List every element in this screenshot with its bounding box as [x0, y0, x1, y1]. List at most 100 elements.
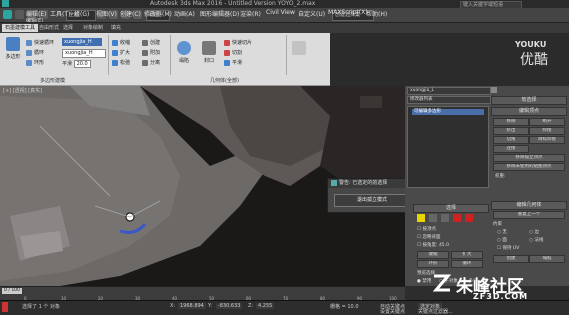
edge-mode-icon[interactable]: [429, 214, 437, 222]
repeat-last-button[interactable]: 重复上一个: [493, 211, 565, 219]
menu-item-tools[interactable]: 工具(T): [50, 9, 70, 18]
chamfer-button[interactable]: 切角: [493, 136, 529, 144]
vertex-mode-icon[interactable]: [417, 214, 425, 222]
connect-button[interactable]: 连接: [493, 145, 529, 153]
group-label-polygon-modeling: 多边形建模: [40, 78, 66, 84]
tab-populate[interactable]: 填充: [108, 24, 124, 32]
object-name-field[interactable]: xuongjia_L: [407, 87, 491, 95]
loop-icon: [26, 49, 32, 56]
rollout-selection[interactable]: 选择: [413, 204, 489, 213]
menu-item-animation[interactable]: 动画(A): [174, 9, 195, 18]
z-coordinate-field[interactable]: 4.255: [256, 303, 275, 309]
swift-loop-icon: [26, 39, 32, 46]
tab-freeform[interactable]: 自由形式: [36, 24, 62, 32]
smooth-label: 平滑 20.0: [62, 60, 91, 68]
rollout-edit-vertices[interactable]: 编辑顶点: [491, 107, 567, 116]
remove-isolated-button[interactable]: 移除孤立顶点: [493, 154, 565, 162]
dialog-app-icon: [331, 179, 337, 186]
ring-selection-button[interactable]: 环形: [417, 260, 449, 268]
viewport-label[interactable]: [+] [透视] [真实]: [3, 87, 42, 94]
relax-button[interactable]: 松弛: [112, 59, 130, 66]
target-weld-button[interactable]: 目标焊接: [529, 136, 565, 144]
shrink-selection-button[interactable]: 收缩: [417, 251, 449, 259]
by-vertex-checkbox[interactable]: ☐ 按顶点: [417, 226, 436, 232]
menu-item-graph-editors[interactable]: 图形编辑器(D): [200, 9, 239, 18]
smooth-value-field[interactable]: 20.0: [73, 60, 91, 68]
break-button[interactable]: 断开: [529, 118, 565, 126]
rollout-edit-geometry[interactable]: 编辑几何体: [491, 201, 567, 210]
loop-selection-button[interactable]: 循环: [451, 260, 483, 268]
tab-object-paint[interactable]: 对象绘制: [80, 24, 106, 32]
exit-isolation-button[interactable]: 退出孤立模式: [334, 194, 410, 207]
app-menu-icon[interactable]: [3, 10, 12, 19]
object-color-swatch[interactable]: [491, 87, 497, 93]
constraint-normal-radio[interactable]: ○ 法线: [529, 237, 543, 243]
border-mode-icon[interactable]: [441, 214, 449, 222]
menu-item-maxscript[interactable]: MAXScript(X): [328, 9, 368, 16]
constraint-face-radio[interactable]: ○ 面: [497, 237, 507, 243]
create-button[interactable]: 创建: [142, 39, 160, 46]
y-coordinate-field[interactable]: -830.633: [216, 303, 243, 309]
cap-button[interactable]: 封口: [200, 41, 218, 64]
ring-button[interactable]: 环形: [26, 59, 44, 66]
time-slider[interactable]: 0 / 100: [2, 288, 22, 294]
key-filters-button[interactable]: 关键点过滤器...: [418, 308, 453, 315]
tab-graphite-modeling[interactable]: 石墨建模工具: [2, 24, 39, 32]
menu-item-create[interactable]: 创建(C): [120, 9, 141, 18]
x-coordinate-field[interactable]: 1968.894: [178, 303, 206, 309]
set-key-button[interactable]: 设置关键点: [380, 308, 405, 315]
constraint-none-radio[interactable]: ○ 无: [497, 229, 507, 235]
element-mode-icon[interactable]: [465, 214, 473, 222]
menu-item-civil-view[interactable]: Civil View: [266, 9, 295, 16]
quickslice-button[interactable]: 快速切片: [224, 39, 252, 46]
smooth-button[interactable]: 平滑: [224, 59, 242, 66]
attach-button[interactable]: 附加: [142, 49, 160, 56]
preserve-uv-checkbox[interactable]: ☐ 保持 UV: [497, 245, 519, 251]
timeline[interactable]: 0 / 100 0 10 20 30 40 50 60 70 80 90 100: [0, 286, 405, 301]
swift-loop-button[interactable]: 快速循环: [26, 39, 54, 46]
cut-button[interactable]: 切割: [224, 49, 242, 56]
menu-item-rendering[interactable]: 渲染(R): [240, 9, 261, 18]
collapse-button[interactable]: 塌陷: [175, 41, 193, 64]
group-label-geometry: 几何体(全部): [210, 78, 239, 84]
polygon-mode-icon[interactable]: [453, 214, 461, 222]
menu-item-modifiers[interactable]: 修改器(M): [144, 9, 172, 18]
extrude-button[interactable]: 挤出: [493, 127, 529, 135]
weight-label: 权重:: [495, 174, 506, 179]
undo-icon[interactable]: [15, 10, 24, 19]
grow-selection-button[interactable]: 扩大: [451, 251, 483, 259]
modifier-name-field[interactable]: xuongjia_H: [62, 49, 106, 58]
shrink-button[interactable]: 收缩: [112, 39, 130, 46]
app-logo-icon[interactable]: [2, 0, 9, 7]
apply-button[interactable]: [290, 41, 308, 57]
weld-button[interactable]: 焊接: [529, 127, 565, 135]
stack-item[interactable]: 可编辑多边形: [412, 109, 484, 115]
preview-off-radio[interactable]: ● 禁用: [417, 278, 431, 284]
command-panel: xuongjia_L 修改器列表 可编辑多边形 软选择 编辑顶点 移除 断开 挤…: [405, 86, 569, 286]
constraint-edge-radio[interactable]: ○ 边: [529, 229, 539, 235]
menu-item-customize[interactable]: 自定义(U): [298, 9, 325, 18]
collapse-panel-button[interactable]: 塌陷: [529, 255, 565, 263]
tab-selection[interactable]: 选择: [60, 24, 76, 32]
rollout-soft-selection[interactable]: 软选择: [491, 96, 567, 105]
grow-button[interactable]: 扩大: [112, 49, 130, 56]
ignore-backface-checkbox[interactable]: ☐ 忽略背面: [417, 234, 440, 240]
y-label: Y:: [208, 303, 213, 309]
constraints-label: 约束: [493, 222, 502, 227]
window-title: Autodesk 3ds Max 2016 - Untitled Version…: [150, 0, 316, 7]
create-panel-button[interactable]: 创建: [493, 255, 529, 263]
by-angle-checkbox[interactable]: ☐ 按角度: 45.0: [417, 242, 449, 248]
menu-item-edit[interactable]: 编辑(E): [26, 9, 46, 18]
remove-button[interactable]: 移除: [493, 118, 529, 126]
maxscript-listener-icon[interactable]: [2, 302, 8, 312]
menu-item-group[interactable]: 组(G): [74, 9, 89, 18]
loop-button[interactable]: 循环: [26, 49, 44, 56]
remove-unused-map-button[interactable]: 移除未使用的贴图顶点: [493, 163, 565, 171]
menu-item-view[interactable]: 视图(V): [96, 9, 117, 18]
menu-item-help[interactable]: 帮助(H): [366, 9, 387, 18]
polymodel-button[interactable]: 多边形: [4, 37, 22, 60]
detach-button[interactable]: 分离: [142, 59, 160, 66]
modifier-stack[interactable]: 可编辑多边形: [407, 106, 489, 188]
modifier-dropdown[interactable]: xuongjia_H: [62, 38, 102, 46]
modifier-list-dropdown[interactable]: 修改器列表: [407, 96, 491, 104]
